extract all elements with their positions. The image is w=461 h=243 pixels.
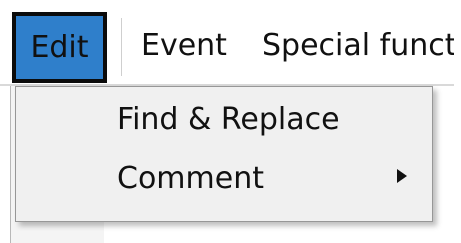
menu-edit[interactable]: Edit [12,12,107,83]
menu-item-find-replace[interactable]: Find & Replace [22,93,426,151]
menu-separator [121,18,122,76]
menu-bar: Edit Event Special functio [0,0,461,84]
menu-special-functions[interactable]: Special functio [262,28,461,64]
menu-item-label-comment: Comment [117,161,264,196]
menu-event[interactable]: Event [141,28,227,64]
edit-dropdown-menu: Find & Replace Comment [15,86,433,222]
window-edge-clip [454,0,461,243]
menu-item-label-find-replace: Find & Replace [117,102,340,137]
menu-item-comment[interactable]: Comment [22,152,426,210]
submenu-arrow-icon [397,169,407,183]
